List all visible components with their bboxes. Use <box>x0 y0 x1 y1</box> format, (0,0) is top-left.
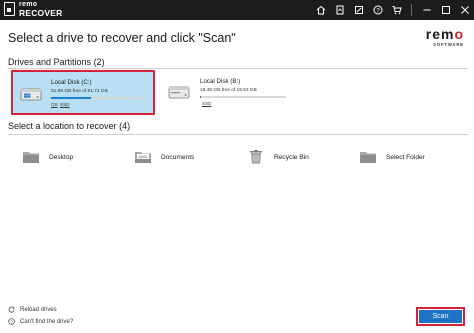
drives-divider <box>8 68 468 69</box>
folder-icon <box>23 152 39 163</box>
home-icon[interactable] <box>312 0 330 20</box>
drive-usage-bar <box>51 97 143 99</box>
title-bar: remo RECOVER ? <box>0 0 474 20</box>
locations-divider <box>8 134 468 135</box>
titlebar-separator <box>411 4 412 16</box>
drive-name: Local Disk (B:) <box>200 78 241 85</box>
page-title: Select a drive to recover and click "Sca… <box>8 31 236 45</box>
cant-find-drive-label: Can't find the drive? <box>20 318 74 325</box>
drive-tag-type: SSD <box>202 101 212 106</box>
drive-name: Local Disk (C:) <box>51 79 92 86</box>
location-recycle-bin[interactable]: Recycle Bin <box>247 149 309 165</box>
close-icon[interactable] <box>456 0 474 20</box>
brand-wordmark-accent: o <box>454 26 464 42</box>
location-desktop[interactable]: Desktop <box>22 149 73 165</box>
drive-free-space: 19.48 GB free of 19.53 GB <box>200 88 257 93</box>
drives-section-count: (2) <box>93 57 105 67</box>
app-logo-icon <box>4 2 15 16</box>
location-label: Desktop <box>49 153 74 161</box>
titlebar-controls: ? <box>311 0 474 20</box>
reload-icon <box>8 306 15 313</box>
brand-wordmark: remo <box>426 27 464 41</box>
svg-text:?: ? <box>10 319 13 324</box>
help-icon[interactable]: ? <box>369 0 387 20</box>
drive-tag-os: OS <box>51 102 58 107</box>
drive-card-b[interactable]: Local Disk (B:) 19.48 GB free of 19.53 G… <box>166 70 296 115</box>
drive-card-c[interactable]: Local Disk (C:) 51.68 GB free of 91.71 G… <box>11 70 155 115</box>
reload-drives-label: Reload drives <box>20 306 57 313</box>
documents-folder-icon <box>135 152 151 163</box>
location-label: Recycle Bin <box>274 153 309 161</box>
drives-section-title: Drives and Partitions (2) <box>8 57 105 67</box>
feedback-icon[interactable] <box>350 0 368 20</box>
drive-free-space: 51.68 GB free of 91.71 GB <box>51 89 108 94</box>
report-icon[interactable] <box>331 0 349 20</box>
cant-find-drive-link[interactable]: ? Can't find the drive? <box>8 318 73 325</box>
location-label: Documents <box>161 153 195 161</box>
maximize-icon[interactable] <box>437 0 455 20</box>
scan-button[interactable]: Scan <box>419 310 462 323</box>
recycle-bin-icon <box>250 150 262 164</box>
reload-drives-link[interactable]: Reload drives <box>8 306 57 313</box>
hard-drive-icon <box>168 86 190 99</box>
help-circle-icon: ? <box>8 318 15 325</box>
drive-tag-type: SSD <box>60 102 70 107</box>
cart-icon[interactable] <box>388 0 406 20</box>
location-documents[interactable]: Documents <box>134 149 194 165</box>
hard-drive-icon <box>20 88 42 101</box>
location-select-folder[interactable]: Select Folder <box>359 149 425 165</box>
brand-wordmark-prefix: rem <box>425 26 455 42</box>
brand-subtitle: SOFTWARE <box>433 42 464 47</box>
locations-section-title: Select a location to recover (4) <box>8 121 130 131</box>
drives-section-label: Drives and Partitions <box>8 57 92 67</box>
minimize-icon[interactable] <box>418 0 436 20</box>
locations-section-label: Select a location to recover <box>8 121 117 131</box>
folder-icon <box>360 152 376 163</box>
remo-software-logo: remo SOFTWARE <box>414 27 464 49</box>
locations-section-count: (4) <box>119 121 131 131</box>
drive-usage-fill <box>51 97 92 99</box>
location-label: Select Folder <box>386 153 425 161</box>
app-logo-bottom-text: RECOVER <box>19 8 63 18</box>
drive-usage-bar <box>200 96 286 98</box>
